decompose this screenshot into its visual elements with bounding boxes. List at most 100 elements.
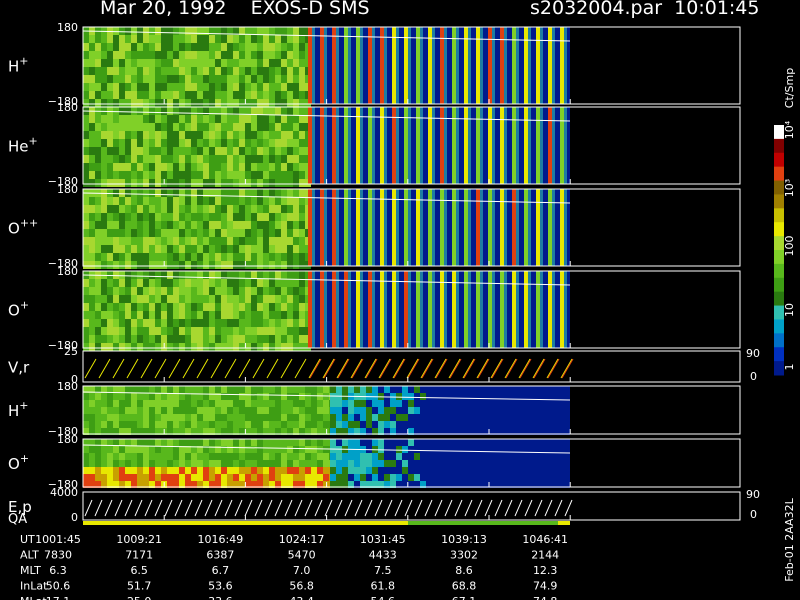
- band-cell: [396, 467, 402, 474]
- spectrogram-cell: [101, 279, 107, 287]
- spectrogram-cell: [167, 43, 173, 51]
- spectrogram-cell: [155, 261, 161, 269]
- band-cell: [275, 421, 281, 428]
- spectrogram-cell: [275, 51, 281, 59]
- spectrogram-cell: [137, 179, 143, 187]
- band-cell: [185, 453, 191, 460]
- band-cell: [179, 400, 185, 407]
- spectrogram-cell: [143, 115, 149, 123]
- band-cell: [317, 393, 323, 400]
- spectrogram-cell: [107, 131, 113, 139]
- spectrogram-cell: [137, 189, 143, 197]
- spin-stripe: [420, 27, 423, 104]
- spectrogram-cell: [161, 51, 167, 59]
- band-cell: [486, 439, 492, 446]
- spectrogram-cell: [89, 59, 95, 67]
- band-cell: [564, 386, 570, 393]
- band-cell: [287, 446, 293, 453]
- band-cell: [101, 421, 107, 428]
- spin-stripe: [392, 107, 396, 184]
- ephem-cell: 25.0: [127, 595, 152, 600]
- spectrogram-cell: [155, 43, 161, 51]
- spectrogram-cell: [113, 237, 119, 245]
- spectrogram-cell: [239, 221, 245, 229]
- band-cell: [564, 400, 570, 407]
- spectrogram-cell: [95, 253, 101, 261]
- band-cell: [275, 446, 281, 453]
- band-cell: [330, 407, 336, 414]
- band-cell: [161, 467, 167, 474]
- spectrogram-cell: [131, 91, 137, 99]
- band-cell: [432, 453, 438, 460]
- spectrogram-cell: [203, 229, 209, 237]
- spectrogram-cell: [113, 107, 119, 115]
- spin-stripe: [536, 271, 540, 348]
- band-cell: [89, 414, 95, 421]
- band-cell: [203, 386, 209, 393]
- spectrogram-cell: [113, 311, 119, 319]
- spectrogram-cell: [131, 179, 137, 187]
- band-cell: [558, 393, 564, 400]
- spectrogram-cell: [131, 205, 137, 213]
- band-cell: [245, 393, 251, 400]
- spectrogram-cell: [245, 197, 251, 205]
- spectrogram-cell: [209, 311, 215, 319]
- spectrogram-cell: [83, 91, 89, 99]
- spectrogram-cell: [113, 139, 119, 147]
- spectrogram-cell: [209, 287, 215, 295]
- spectrogram-cell: [119, 139, 125, 147]
- spectrogram-cell: [143, 99, 149, 107]
- spectrogram-cell: [293, 83, 299, 91]
- band-cell: [336, 460, 342, 467]
- spectrogram-cell: [197, 295, 203, 303]
- band-cell: [179, 467, 185, 474]
- spectrogram-cell: [269, 287, 275, 295]
- spectrogram-cell: [299, 67, 305, 75]
- band-cell: [450, 467, 456, 474]
- spectrogram-cell: [203, 99, 209, 107]
- spectrogram-cell: [107, 311, 113, 319]
- band-cell: [287, 467, 293, 474]
- spectrogram-cell: [263, 237, 269, 245]
- spectrogram-cell: [179, 115, 185, 123]
- band-cell: [408, 460, 414, 467]
- spectrogram-cell: [233, 335, 239, 343]
- spectrogram-cell: [227, 99, 233, 107]
- spectrogram-cell: [185, 171, 191, 179]
- spectrogram-cell: [155, 91, 161, 99]
- spectrogram-cell: [251, 67, 257, 75]
- spectrogram-cell: [179, 163, 185, 171]
- spectrogram-cell: [287, 139, 293, 147]
- band-cell: [143, 407, 149, 414]
- band-cell: [251, 421, 257, 428]
- band-cell: [414, 421, 420, 428]
- spectrogram-cell: [149, 99, 155, 107]
- band-cell: [167, 421, 173, 428]
- band-cell: [239, 400, 245, 407]
- band-cell: [516, 453, 522, 460]
- spectrogram-cell: [113, 319, 119, 327]
- y-top-label: 4000: [50, 486, 78, 499]
- band-cell: [438, 446, 444, 453]
- spectrogram-cell: [173, 253, 179, 261]
- band-cell: [185, 439, 191, 446]
- band-cell: [384, 474, 390, 481]
- spectrogram-cell: [173, 295, 179, 303]
- band-cell: [191, 439, 197, 446]
- spectrogram-cell: [299, 59, 305, 67]
- spectrogram-cell: [179, 335, 185, 343]
- band-cell: [287, 393, 293, 400]
- ephem-cell: 1001:45: [35, 533, 81, 546]
- spectrogram-cell: [263, 179, 269, 187]
- spectrogram-cell: [149, 213, 155, 221]
- band-cell: [311, 386, 317, 393]
- spectrogram-cell: [233, 205, 239, 213]
- spin-stripe: [560, 271, 564, 348]
- band-cell: [299, 414, 305, 421]
- spectrogram-cell: [215, 155, 221, 163]
- spectrogram-cell: [173, 229, 179, 237]
- band-cell: [179, 474, 185, 481]
- band-cell: [167, 386, 173, 393]
- spectrogram-cell: [221, 279, 227, 287]
- spectrogram-cell: [281, 221, 287, 229]
